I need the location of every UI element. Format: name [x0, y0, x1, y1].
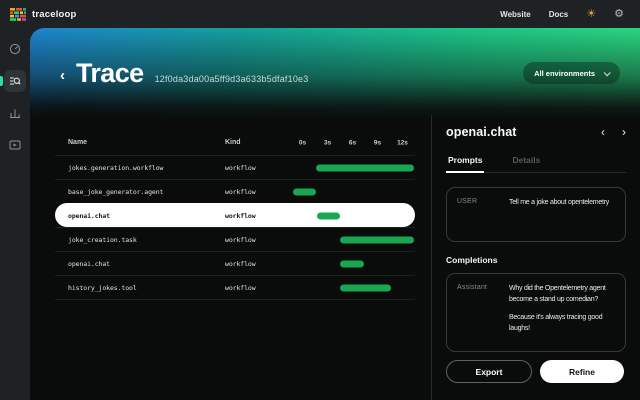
export-button[interactable]: Export: [446, 360, 532, 383]
topbar: traceloop Website Docs ☀ ⚙: [0, 0, 640, 28]
span-row[interactable]: history_jokes.tool workflow: [55, 275, 415, 299]
prev-span-button[interactable]: ‹: [601, 126, 605, 138]
prompt-role-label: USER: [457, 198, 501, 231]
span-row[interactable]: openai.chat workflow: [55, 251, 415, 275]
timeline-tick: 9s: [374, 139, 381, 146]
column-header-name: Name: [55, 139, 225, 146]
completion-line: Why did the Opentelemetry agent become a…: [509, 284, 615, 306]
span-kind: workflow: [225, 164, 290, 172]
span-row[interactable]: jokes.generation.workflow workflow: [55, 155, 415, 179]
search-list-icon: [9, 75, 21, 87]
refine-button[interactable]: Refine: [540, 360, 624, 383]
tab-prompts[interactable]: Prompts: [446, 151, 484, 172]
timeline-tick: 6s: [349, 139, 356, 146]
span-kind: workflow: [225, 284, 290, 292]
back-button[interactable]: ‹: [60, 68, 65, 83]
page-title: Trace: [76, 58, 144, 89]
sidebar-item-dashboard[interactable]: [4, 38, 26, 60]
prompt-message-card: USER Tell me a joke about opentelemetry: [446, 187, 626, 242]
website-link[interactable]: Website: [500, 10, 531, 19]
span-name: openai.chat: [55, 212, 225, 220]
docs-link[interactable]: Docs: [549, 10, 569, 19]
span-kind: workflow: [225, 212, 290, 220]
sidebar: [0, 28, 30, 400]
theme-sun-icon[interactable]: ☀: [586, 9, 596, 20]
span-name: joke_creation.task: [55, 236, 225, 244]
completion-line: Because it's always tracing good laughs!: [509, 313, 615, 335]
sidebar-item-analytics[interactable]: [4, 102, 26, 124]
span-timeline-cell: [290, 252, 415, 275]
span-duration-bar: [317, 212, 340, 219]
environment-dropdown-label: All environments: [534, 69, 595, 78]
next-span-button[interactable]: ›: [622, 126, 626, 138]
span-duration-bar: [340, 236, 414, 243]
span-timeline-cell: [290, 228, 415, 251]
span-row[interactable]: base_joke_generator.agent workflow: [55, 179, 415, 203]
span-duration-bar: [293, 188, 316, 195]
timeline-tick: 3s: [324, 139, 331, 146]
span-duration-bar: [316, 164, 414, 171]
bar-chart-icon: [9, 107, 21, 119]
settings-gear-icon[interactable]: ⚙: [614, 9, 624, 20]
chevron-down-icon: [604, 69, 611, 76]
span-table: Name Kind 0s 3s 6s 9s 12s jokes.generation.w…: [55, 130, 415, 300]
span-row[interactable]: openai.chat workflow: [55, 203, 415, 227]
span-detail-title: openai.chat: [446, 125, 517, 139]
completion-text: Why did the Opentelemetry agent become a…: [509, 284, 615, 341]
column-header-kind: Kind: [225, 139, 290, 146]
span-table-header: Name Kind 0s 3s 6s 9s 12s: [55, 130, 415, 155]
span-name: base_joke_generator.agent: [55, 188, 225, 196]
timeline-tick: 12s: [397, 139, 408, 146]
span-timeline-cell: [290, 276, 415, 299]
span-kind: workflow: [225, 236, 290, 244]
completions-heading: Completions: [446, 255, 626, 265]
sidebar-item-playground[interactable]: [4, 134, 26, 156]
environment-dropdown[interactable]: All environments: [523, 62, 620, 84]
span-name: jokes.generation.workflow: [55, 164, 225, 172]
main-content: ‹ Trace 12f0da3da00a5ff9d3a633b5dfaf10e3…: [30, 28, 640, 400]
span-row[interactable]: joke_creation.task workflow: [55, 227, 415, 251]
prompt-text: Tell me a joke about opentelemetry: [509, 198, 615, 231]
detail-tabs: Prompts Details: [446, 151, 626, 173]
trace-id: 12f0da3da00a5ff9d3a633b5dfaf10e3: [155, 74, 309, 84]
brand[interactable]: traceloop: [10, 8, 77, 21]
terminal-play-icon: [9, 139, 21, 151]
sidebar-item-traces[interactable]: [4, 70, 26, 92]
traceloop-logo-icon: [10, 8, 26, 21]
timeline-tick: 0s: [299, 139, 306, 146]
span-rows: jokes.generation.workflow workflow base_…: [55, 155, 415, 300]
brand-name: traceloop: [32, 9, 77, 20]
timeline-ticks: 0s 3s 6s 9s 12s: [290, 130, 415, 155]
tab-details[interactable]: Details: [510, 151, 542, 172]
span-name: openai.chat: [55, 260, 225, 268]
span-timeline-cell: [290, 204, 415, 227]
completion-role-label: Assistant: [457, 284, 501, 341]
gauge-icon: [9, 43, 21, 55]
span-timeline-cell: [290, 156, 415, 179]
span-timeline-cell: [290, 180, 415, 203]
span-detail-panel: openai.chat ‹ › Prompts Details USER Tel…: [431, 115, 640, 400]
span-duration-bar: [340, 284, 391, 291]
span-kind: workflow: [225, 188, 290, 196]
trace-header: ‹ Trace 12f0da3da00a5ff9d3a633b5dfaf10e3…: [30, 28, 640, 120]
completion-message-card: Assistant Why did the Opentelemetry agen…: [446, 273, 626, 352]
span-kind: workflow: [225, 260, 290, 268]
span-duration-bar: [340, 260, 364, 267]
span-name: history_jokes.tool: [55, 284, 225, 292]
